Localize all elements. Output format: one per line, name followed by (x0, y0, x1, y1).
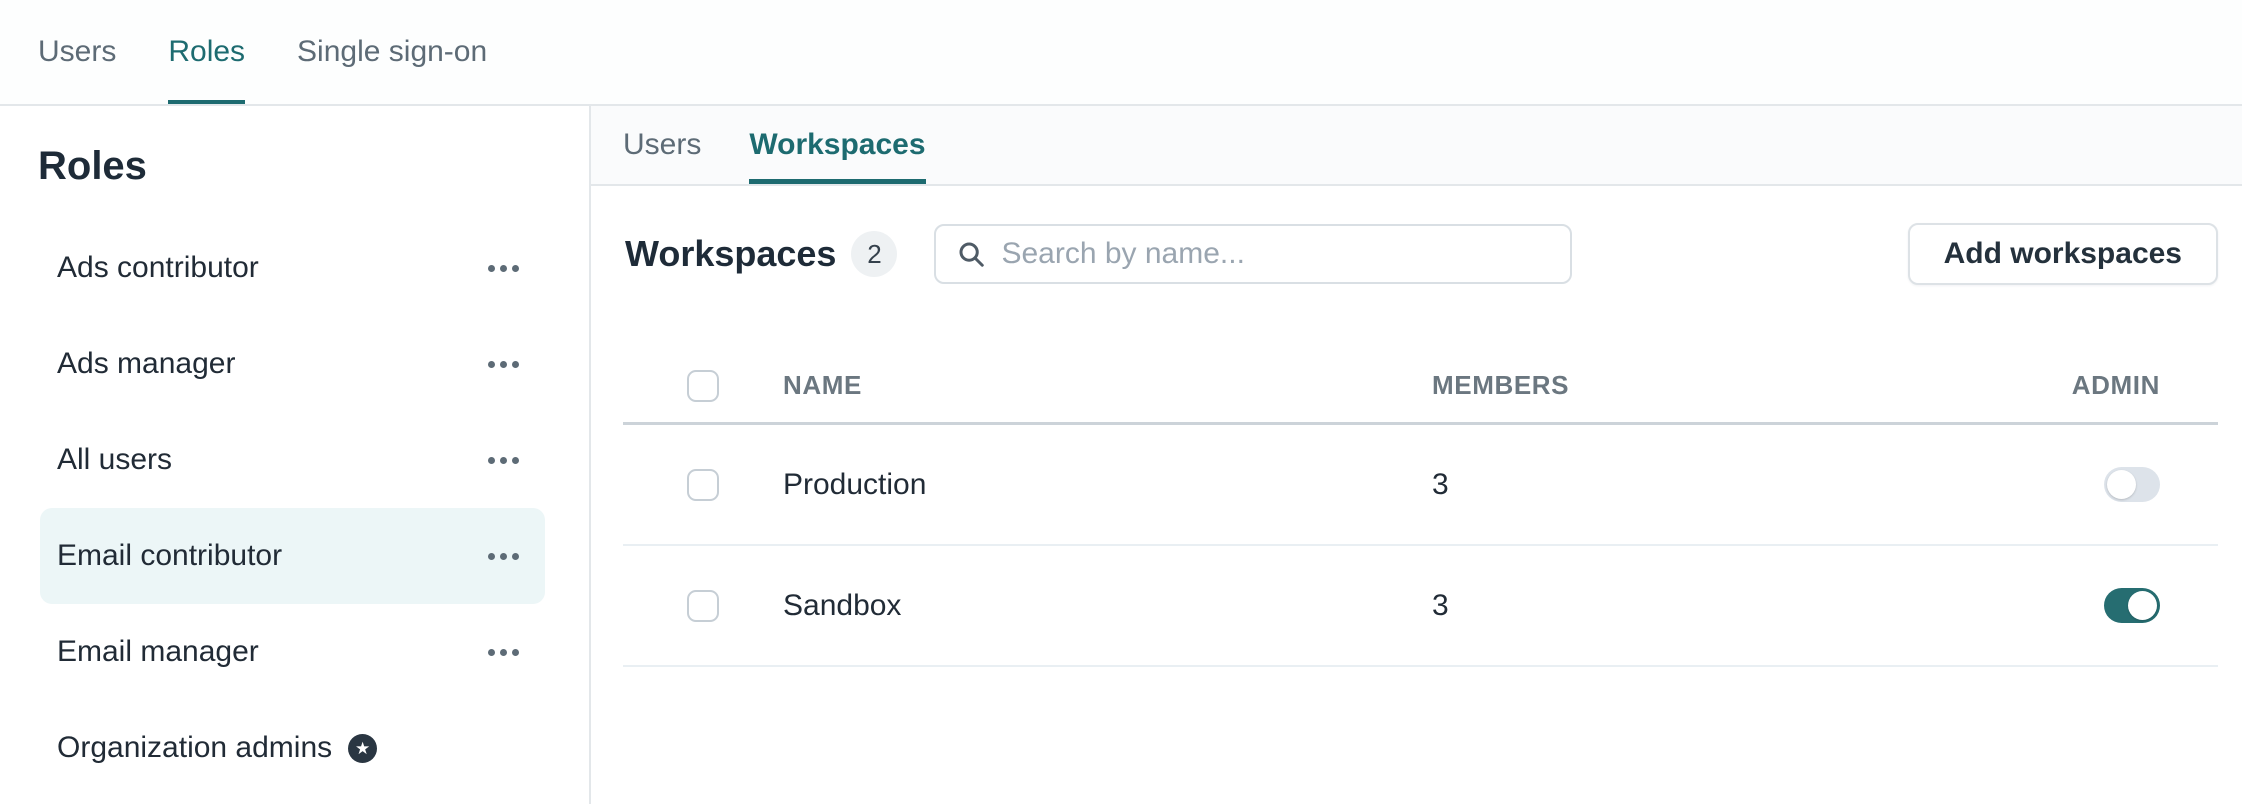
page-title: Workspaces (625, 233, 836, 275)
main-content: Users Workspaces Workspaces 2 Add worksp… (591, 106, 2242, 804)
workspace-members: 3 (1432, 468, 1988, 502)
workspace-admin-cell (1988, 467, 2218, 502)
table-row: Sandbox 3 (623, 546, 2218, 667)
more-options-icon[interactable] (488, 457, 519, 464)
sidebar-item-organization-admins[interactable]: Organization admins ★ (40, 700, 545, 796)
top-navigation: Users Roles Single sign-on (0, 0, 2242, 106)
sidebar-item-ads-manager[interactable]: Ads manager (40, 316, 545, 412)
subtab-workspaces[interactable]: Workspaces (749, 106, 925, 184)
table-row: Production 3 (623, 425, 2218, 546)
column-header-members: MEMBERS (1432, 370, 1988, 401)
workspace-members: 3 (1432, 589, 1988, 623)
admin-toggle[interactable] (2104, 467, 2160, 502)
select-all-checkbox[interactable] (687, 370, 719, 402)
role-label-text: Organization admins (57, 731, 332, 765)
more-options-icon[interactable] (488, 361, 519, 368)
row-select-cell (623, 590, 783, 622)
select-all-cell (623, 370, 783, 402)
tab-users[interactable]: Users (38, 0, 116, 104)
controls-row: Workspaces 2 Add workspaces (625, 223, 2218, 285)
more-options-icon[interactable] (488, 553, 519, 560)
role-label: Ads manager (57, 347, 235, 381)
sidebar-item-email-contributor[interactable]: Email contributor (40, 508, 545, 604)
row-select-cell (623, 469, 783, 501)
roles-sidebar: Roles Ads contributor Ads manager All us… (0, 106, 591, 804)
search-icon (956, 239, 986, 269)
more-options-icon[interactable] (488, 649, 519, 656)
workspace-name: Sandbox (783, 589, 1432, 623)
more-options-icon[interactable] (488, 265, 519, 272)
workspace-count-badge: 2 (851, 231, 897, 277)
subtab-users[interactable]: Users (623, 106, 701, 184)
admin-toggle[interactable] (2104, 588, 2160, 623)
column-header-name: NAME (783, 370, 1432, 401)
sidebar-item-email-manager[interactable]: Email manager (40, 604, 545, 700)
column-header-admin: ADMIN (1988, 370, 2218, 401)
sidebar-item-ads-contributor[interactable]: Ads contributor (40, 220, 545, 316)
workspace-name: Production (783, 468, 1432, 502)
role-label: Email contributor (57, 539, 282, 573)
role-list: Ads contributor Ads manager All users Em… (0, 220, 589, 796)
admin-star-icon: ★ (348, 734, 377, 763)
role-label: Email manager (57, 635, 259, 669)
role-label: All users (57, 443, 172, 477)
tab-single-sign-on[interactable]: Single sign-on (297, 0, 487, 104)
tab-roles[interactable]: Roles (168, 0, 245, 104)
row-checkbox[interactable] (687, 469, 719, 501)
table-header-row: NAME MEMBERS ADMIN (623, 349, 2218, 425)
row-checkbox[interactable] (687, 590, 719, 622)
search-box[interactable] (934, 224, 1572, 284)
page-body: Roles Ads contributor Ads manager All us… (0, 106, 2242, 804)
search-input[interactable] (1001, 237, 1550, 271)
role-label: Ads contributor (57, 251, 259, 285)
role-label: Organization admins ★ (57, 731, 377, 765)
workspace-admin-cell (1988, 588, 2218, 623)
add-workspaces-button[interactable]: Add workspaces (1908, 223, 2218, 285)
workspaces-table: NAME MEMBERS ADMIN Production 3 Sandbox (623, 349, 2218, 667)
sidebar-title: Roles (0, 144, 589, 188)
sidebar-item-all-users[interactable]: All users (40, 412, 545, 508)
workspace-tab-bar: Users Workspaces (591, 106, 2242, 186)
